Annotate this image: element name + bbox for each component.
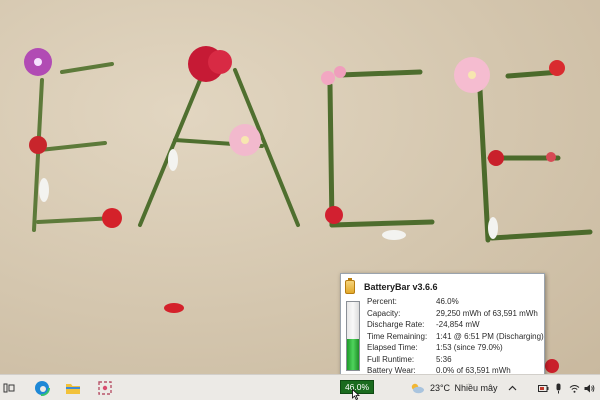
microphone-tray-button[interactable] [553, 375, 563, 400]
stat-value: 29,250 mWh of 63,591 mWh [436, 308, 538, 318]
battery-level-fill [347, 338, 359, 370]
stat-row-time-remaining: Time Remaining: 1:41 @ 6:51 PM (Discharg… [367, 331, 544, 343]
edge-browser-button[interactable] [30, 375, 54, 400]
batterybar-popup: BatteryBar v3.6.6 Percent: 46.0% Capacit… [340, 273, 545, 376]
task-view-button[interactable] [0, 375, 18, 400]
stat-value: 5:36 [436, 354, 452, 364]
show-hidden-icons-button[interactable] [506, 375, 518, 400]
stat-value: 1:53 (since 79.0%) [436, 343, 503, 352]
microphone-icon [556, 383, 560, 393]
battery-stats-table: Percent: 46.0% Capacity: 29,250 mWh of 6… [367, 296, 544, 377]
speaker-icon [584, 384, 595, 392]
stat-value: 1:41 @ 6:51 PM (Discharging) [436, 331, 544, 341]
volume-tray-button[interactable] [583, 375, 596, 400]
popup-title-row: BatteryBar v3.6.6 [345, 278, 438, 296]
stat-label: Full Runtime: [367, 354, 415, 364]
weather-description[interactable]: Nhiều mây [453, 375, 499, 400]
stat-label: Time Remaining: [367, 331, 428, 341]
weather-widget-icon-wrap[interactable] [408, 375, 426, 400]
task-view-icon [3, 383, 15, 393]
stat-row-elapsed-time: Elapsed Time: 1:53 (since 79.0%) [367, 342, 544, 354]
cloud-sun-icon [411, 383, 424, 394]
popup-title: BatteryBar v3.6.6 [364, 282, 438, 292]
stat-label: Discharge Rate: [367, 320, 425, 329]
stat-row-percent: Percent: 46.0% [367, 296, 544, 308]
stat-value: 46.0% [436, 297, 459, 306]
snipping-tool-button[interactable] [94, 375, 116, 400]
mouse-cursor-icon [352, 389, 360, 400]
snipping-tool-icon [98, 381, 112, 395]
wifi-icon [569, 384, 579, 393]
stat-label: Elapsed Time: [367, 343, 418, 352]
stat-label: Capacity: [367, 308, 401, 318]
stat-label: Percent: [367, 297, 397, 306]
stat-value: -24,854 mW [436, 320, 480, 329]
battery-tray-button[interactable] [537, 375, 550, 400]
wifi-tray-button[interactable] [568, 375, 580, 400]
battery-level-gauge [346, 301, 360, 371]
file-explorer-button[interactable] [62, 375, 84, 400]
battery-app-icon [345, 278, 355, 294]
taskbar: 23°C Nhiều mây [0, 374, 600, 400]
chevron-up-icon [508, 385, 516, 391]
stat-row-capacity: Capacity: 29,250 mWh of 63,591 mWh [367, 308, 544, 320]
battery-icon [538, 384, 549, 392]
file-explorer-icon [66, 384, 80, 394]
weather-temperature[interactable]: 23°C [428, 375, 452, 400]
stat-row-discharge-rate: Discharge Rate: -24,854 mW [367, 319, 544, 331]
stat-row-full-runtime: Full Runtime: 5:36 [367, 354, 544, 366]
edge-browser-icon [34, 380, 50, 396]
